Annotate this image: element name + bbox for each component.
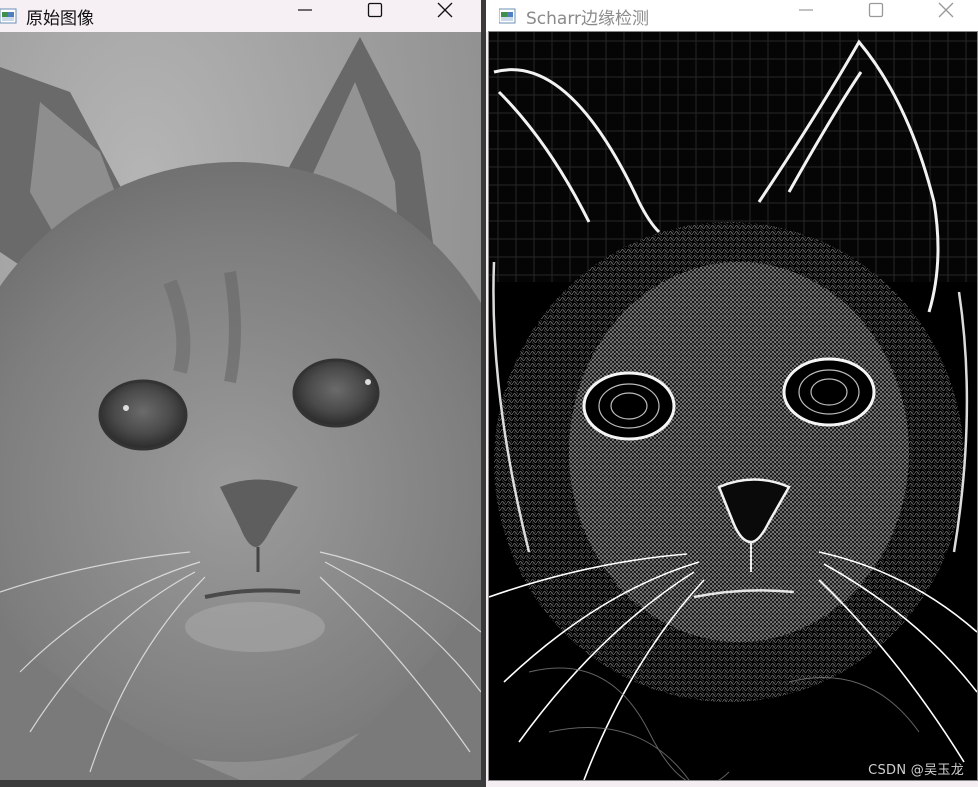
minimize-icon [799,9,813,11]
titlebar[interactable]: Scharr边缘检测 [486,0,978,32]
titlebar[interactable]: 原始图像 [0,0,481,32]
close-icon [437,2,453,18]
window-controls [771,0,978,32]
close-button[interactable] [410,0,480,20]
window-title: Scharr边缘检测 [526,8,650,29]
window-app-icon [0,8,20,24]
window-controls [270,0,480,32]
background-strip [0,780,486,787]
maximize-icon [868,2,884,18]
window-title: 原始图像 [26,8,94,29]
desktop: 原始图像 Scharr边缘检测 CSDN @吴玉龙 [0,0,978,787]
close-icon [938,2,954,18]
maximize-icon [367,2,383,18]
maximize-button[interactable] [841,0,911,20]
watermark-text: CSDN @吴玉龙 [868,763,964,778]
close-button[interactable] [911,0,978,20]
minimize-button[interactable] [270,0,340,20]
window-app-icon [499,8,519,24]
scharr-edge-image [488,31,978,781]
minimize-icon [298,9,312,11]
scharr-edge-window: Scharr边缘检测 CSDN @吴玉龙 [486,0,978,787]
maximize-button[interactable] [340,0,410,20]
original-image-window: 原始图像 [0,0,482,780]
minimize-button[interactable] [771,0,841,20]
original-cat-image [0,32,481,780]
